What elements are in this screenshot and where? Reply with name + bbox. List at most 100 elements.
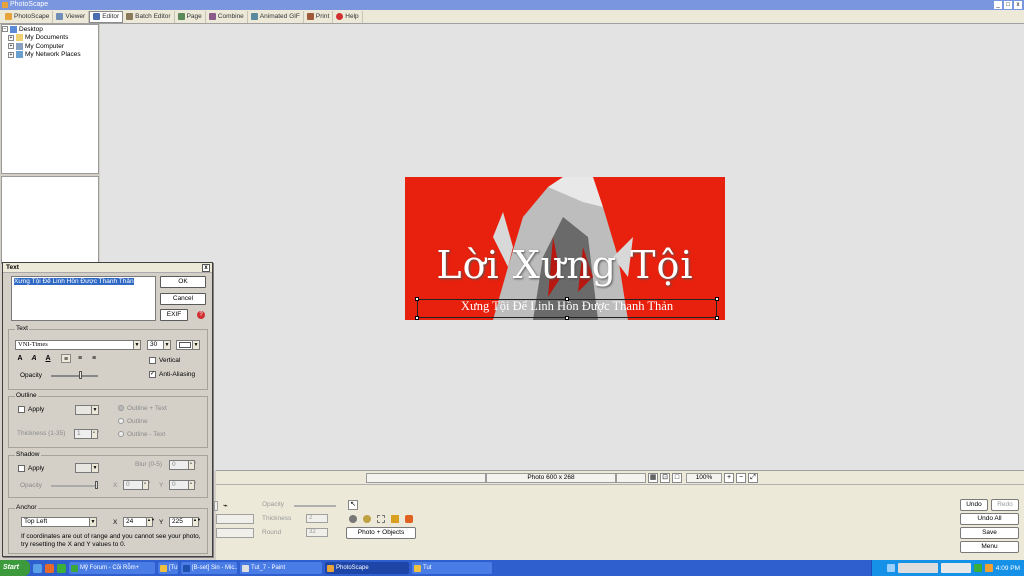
font-select[interactable]: VNI-Times ▼: [15, 340, 141, 350]
vertical-checkbox[interactable]: [149, 357, 156, 364]
quicklaunch-chrome-icon[interactable]: [57, 563, 66, 573]
folder-tree[interactable]: − Desktop + My Documents + My Computer +…: [1, 24, 99, 174]
tree-item-my-computer[interactable]: + My Computer: [2, 42, 98, 51]
align-right-icon[interactable]: ≡: [89, 354, 99, 363]
redo-button[interactable]: Redo: [991, 499, 1019, 511]
align-center-icon[interactable]: ≡: [75, 354, 85, 363]
resize-handle[interactable]: [565, 297, 569, 301]
round-field[interactable]: 32: [306, 528, 328, 537]
anchor-x-spinner[interactable]: 24 ▲▼: [123, 517, 155, 527]
help-icon[interactable]: ?: [197, 311, 205, 319]
spin-arrows-icon[interactable]: ▲▼: [142, 481, 151, 489]
task-media[interactable]: [B-set] Sin - Mic...: [181, 562, 237, 574]
menu-button[interactable]: Menu: [960, 541, 1019, 553]
maximize-button[interactable]: □: [1004, 1, 1012, 9]
tab-batch-editor[interactable]: Batch Editor: [123, 10, 175, 23]
dialog-close-icon[interactable]: x: [202, 264, 210, 272]
editor-canvas[interactable]: Lời Xưng Tội Xưng Tội Để Linh Hồn Được T…: [100, 24, 1024, 470]
collapse-icon[interactable]: −: [2, 26, 8, 33]
text-opacity-slider[interactable]: [51, 375, 98, 377]
chevron-down-icon[interactable]: ▼: [133, 341, 140, 349]
tab-editor[interactable]: Editor: [89, 10, 124, 23]
resize-handle[interactable]: [565, 316, 569, 320]
expand-icon[interactable]: +: [8, 43, 14, 50]
chevron-down-icon[interactable]: ▼: [91, 464, 98, 472]
tree-item-my-documents[interactable]: + My Documents: [2, 34, 98, 43]
expand-icon[interactable]: +: [8, 51, 14, 58]
quicklaunch-firefox-icon[interactable]: [45, 563, 54, 573]
toolbar-dropdown[interactable]: [216, 528, 254, 538]
task-photoscape[interactable]: PhotoScape: [325, 562, 409, 574]
outline-color-select[interactable]: ▼: [75, 405, 99, 415]
spin-arrows-icon[interactable]: ▲▼: [188, 481, 197, 489]
anti-aliasing-checkbox[interactable]: ✓: [149, 371, 156, 378]
expand-icon[interactable]: +: [8, 34, 14, 41]
toolbar-dropdown[interactable]: [214, 501, 218, 511]
chevron-down-icon[interactable]: ▼: [91, 406, 98, 414]
thumbnail-pane[interactable]: [1, 176, 99, 264]
tab-viewer[interactable]: Viewer: [53, 10, 90, 23]
shadow-color-select[interactable]: ▼: [75, 463, 99, 473]
fit-zoom-icon[interactable]: ⊡: [660, 473, 670, 483]
eyedropper-icon[interactable]: ⌁: [223, 501, 228, 510]
outline-text-radio[interactable]: [118, 405, 124, 411]
network-icon[interactable]: [886, 564, 895, 572]
text-tool-icon[interactable]: [391, 515, 399, 523]
thickness-field[interactable]: 2: [306, 514, 328, 523]
blur-spinner[interactable]: 0 ▲▼: [169, 460, 197, 470]
tab-print[interactable]: Print: [304, 10, 334, 23]
slider-thumb[interactable]: [79, 371, 82, 379]
task-forum[interactable]: Mỹ Forum - Cõi Rỗm+: [69, 562, 155, 574]
shadow-apply-checkbox[interactable]: [18, 465, 25, 472]
language-bar[interactable]: [897, 563, 938, 573]
text-selection-box[interactable]: [415, 297, 719, 320]
zoom-out-icon[interactable]: −: [736, 473, 746, 483]
spin-arrows-icon[interactable]: ▲▼: [192, 518, 201, 526]
text-color-select[interactable]: ▼: [176, 340, 200, 350]
chevron-down-icon[interactable]: ▼: [163, 341, 170, 349]
anchor-y-spinner[interactable]: 225 ▲▼: [169, 517, 201, 527]
chevron-down-icon[interactable]: ▼: [89, 518, 96, 526]
bucket-icon[interactable]: [349, 515, 357, 523]
antivirus-icon[interactable]: [973, 564, 982, 572]
fullscreen-icon[interactable]: ⤢: [748, 473, 758, 483]
close-button[interactable]: x: [1014, 1, 1022, 9]
resize-handle[interactable]: [715, 316, 719, 320]
pointer-tool-icon[interactable]: ↖: [348, 500, 358, 510]
checker-background-icon[interactable]: ▦: [648, 473, 658, 483]
chevron-down-icon[interactable]: ▼: [192, 341, 199, 349]
tab-photoscape[interactable]: PhotoScape: [2, 10, 54, 23]
slider-thumb[interactable]: [95, 481, 98, 489]
underline-icon[interactable]: A: [43, 354, 53, 363]
outline-radio[interactable]: [118, 418, 124, 424]
task-tut-doc[interactable]: [Tut ...]: [158, 562, 178, 574]
shadow-x-spinner[interactable]: 0 ▲▼: [123, 480, 151, 490]
tab-combine[interactable]: Combine: [206, 10, 248, 23]
ok-button[interactable]: OK: [160, 276, 206, 288]
tree-item-my-network-places[interactable]: + My Network Places: [2, 51, 98, 60]
save-button[interactable]: Save: [960, 527, 1019, 539]
shape-tool-icon[interactable]: [405, 515, 413, 523]
opacity-slider[interactable]: [294, 505, 336, 507]
zoom-in-icon[interactable]: +: [724, 473, 734, 483]
speaker-icon[interactable]: [984, 564, 993, 572]
exif-button[interactable]: EXIF: [160, 309, 188, 321]
shadow-opacity-slider[interactable]: [51, 485, 98, 487]
undo-button[interactable]: Undo: [960, 499, 988, 511]
spin-arrows-icon[interactable]: ▲▼: [91, 430, 100, 438]
spin-arrows-icon[interactable]: ▲▼: [188, 461, 197, 469]
task-paint[interactable]: Tut_7 - Paint: [240, 562, 322, 574]
align-left-icon[interactable]: ≡: [61, 354, 71, 363]
tab-help[interactable]: Help: [333, 10, 363, 23]
undo-all-button[interactable]: Undo All: [960, 513, 1019, 525]
resize-handle[interactable]: [715, 297, 719, 301]
tab-animated-gif[interactable]: Animated GIF: [248, 10, 304, 23]
tree-item-desktop[interactable]: − Desktop: [2, 25, 98, 34]
photo-objects-button[interactable]: Photo + Objects: [346, 527, 416, 539]
italic-icon[interactable]: A: [29, 354, 39, 363]
outline-minus-text-radio[interactable]: [118, 431, 124, 437]
anchor-select[interactable]: Top Left ▼: [21, 517, 97, 527]
toolbar-dropdown[interactable]: [216, 514, 254, 524]
bold-icon[interactable]: A: [15, 354, 25, 363]
start-button[interactable]: Start: [0, 560, 30, 576]
